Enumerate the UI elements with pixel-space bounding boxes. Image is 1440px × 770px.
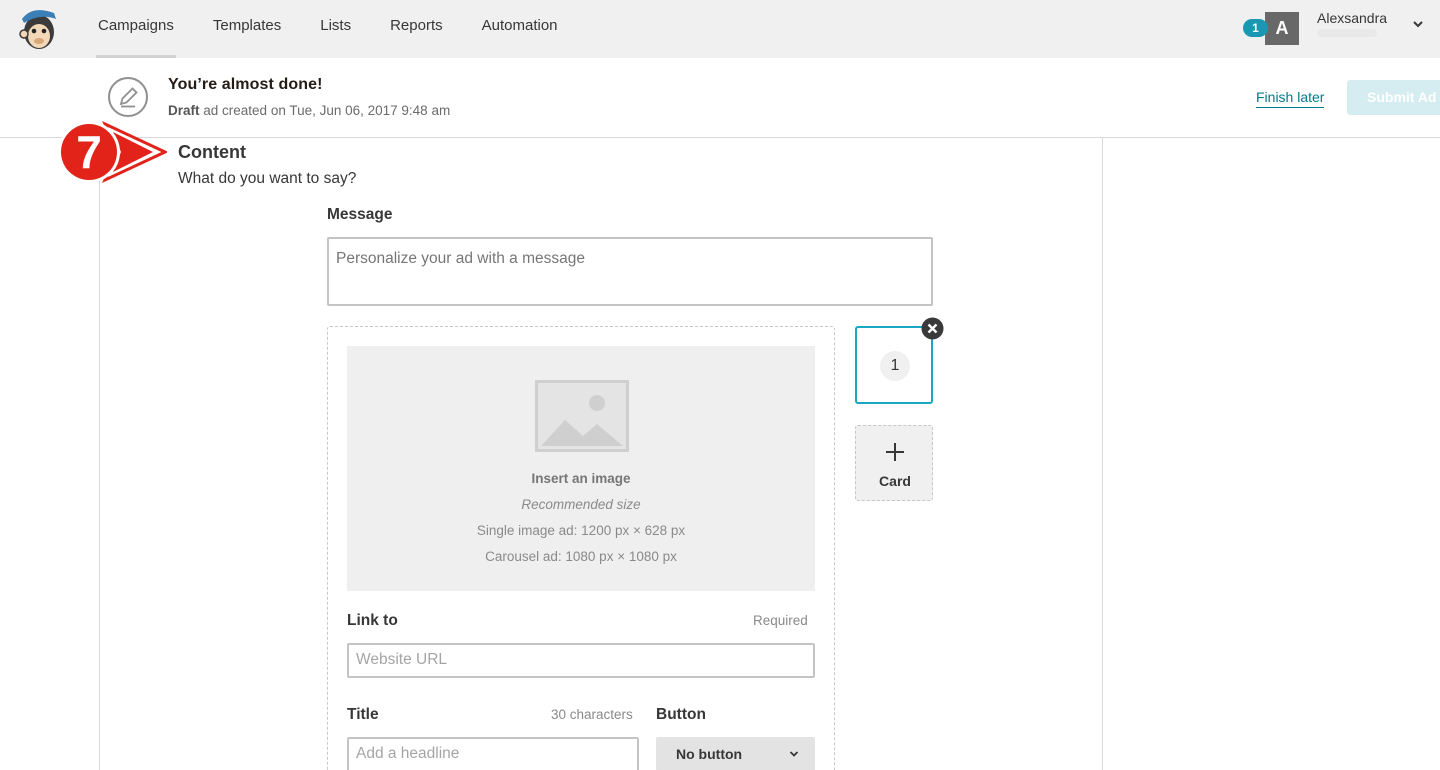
pencil-icon xyxy=(108,77,148,117)
main-nav: Campaigns Templates Lists Reports Automa… xyxy=(96,0,597,58)
nav-templates[interactable]: Templates xyxy=(213,0,281,58)
status-title: You’re almost done! xyxy=(168,76,323,93)
draft-label: Draft xyxy=(168,103,200,118)
status-subtitle: Draft ad created on Tue, Jun 06, 2017 9:… xyxy=(168,103,450,118)
section-subtitle: What do you want to say? xyxy=(178,170,357,187)
message-textarea[interactable]: Personalize your ad with a message xyxy=(327,237,933,306)
recommended-size-label: Recommended size xyxy=(521,497,641,512)
nav-lists[interactable]: Lists xyxy=(320,0,351,58)
nav-reports[interactable]: Reports xyxy=(390,0,443,58)
account-name[interactable]: Alexsandra xyxy=(1317,10,1387,26)
insert-image-label: Insert an image xyxy=(531,471,631,486)
carousel-image-size: Carousel ad: 1080 px × 1080 px xyxy=(485,549,677,564)
button-select[interactable]: No button xyxy=(656,737,815,770)
nav-campaigns[interactable]: Campaigns xyxy=(96,0,176,58)
chevron-down-icon xyxy=(789,751,799,757)
account-menu[interactable]: 1 A Alexsandra xyxy=(1243,9,1433,49)
add-card-label: Card xyxy=(879,473,911,489)
avatar[interactable]: A xyxy=(1265,12,1299,45)
nav-automation[interactable]: Automation xyxy=(482,0,558,58)
plus-icon xyxy=(886,443,904,461)
top-navigation: Campaigns Templates Lists Reports Automa… xyxy=(0,0,1440,58)
chevron-down-icon[interactable] xyxy=(1411,17,1425,31)
image-placeholder-icon xyxy=(535,380,629,452)
finish-later-link[interactable]: Finish later xyxy=(1256,89,1325,108)
notification-badge[interactable]: 1 xyxy=(1243,19,1268,37)
link-to-label: Link to xyxy=(347,612,398,629)
required-hint: Required xyxy=(753,613,808,628)
image-upload-area[interactable]: Insert an image Recommended size Single … xyxy=(347,346,815,591)
headline-input[interactable]: Add a headline xyxy=(347,737,639,770)
section-title: Content xyxy=(178,142,246,162)
button-select-value: No button xyxy=(676,746,743,762)
step-number: 7 xyxy=(76,126,102,178)
close-icon[interactable] xyxy=(921,317,944,340)
submit-ad-button[interactable]: Submit Ad xyxy=(1347,80,1440,115)
add-card-button[interactable]: Card xyxy=(855,425,933,501)
title-char-limit: 30 characters xyxy=(551,707,633,722)
draft-created-text: ad created on Tue, Jun 06, 2017 9:48 am xyxy=(199,103,451,118)
mailchimp-logo-icon[interactable] xyxy=(18,5,60,51)
draft-status-bar: You’re almost done! Draft ad created on … xyxy=(0,58,1440,138)
account-subtitle xyxy=(1317,29,1377,37)
title-label: Title xyxy=(347,706,379,723)
card-number: 1 xyxy=(880,351,910,381)
message-label: Message xyxy=(327,206,393,223)
website-url-input[interactable]: Website URL xyxy=(347,643,815,678)
button-label: Button xyxy=(656,706,706,723)
single-image-size: Single image ad: 1200 px × 628 px xyxy=(476,523,686,538)
step-number-badge: 7 xyxy=(58,120,167,184)
